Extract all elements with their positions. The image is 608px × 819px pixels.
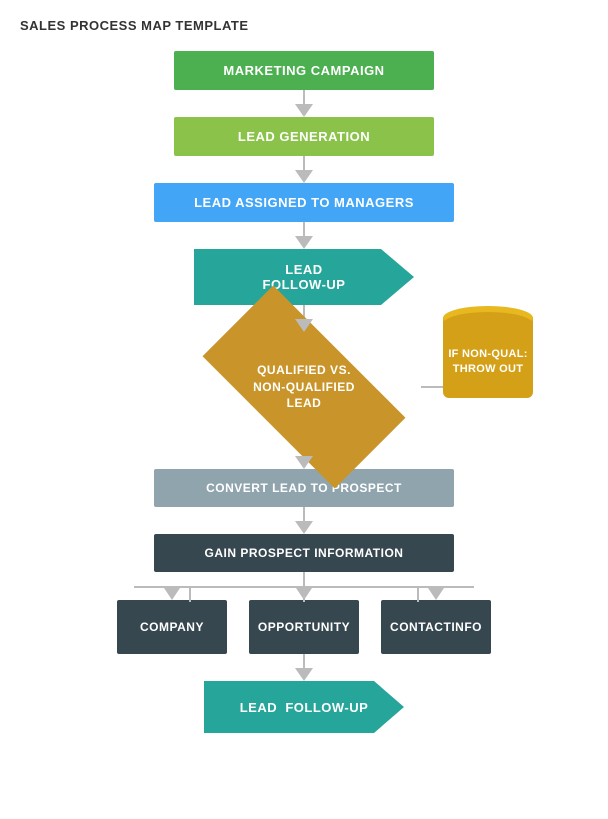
lead-followup-2-box: LEAD FOLLOW-UP	[204, 681, 404, 733]
arrow-line	[303, 222, 305, 236]
arrow-down	[295, 456, 313, 469]
arrow-down	[295, 104, 313, 117]
non-qual-cylinder-container: IF NON-QUAL: THROW OUT	[443, 318, 533, 398]
contact-info-box: CONTACT INFO	[381, 600, 491, 654]
branch-connector: COMPANY OPPORTUNITY CONTACT INFO	[20, 572, 588, 681]
arrow-down	[295, 236, 313, 249]
qualified-lead-diamond: QUALIFIED VS. NON-QUALIFIED LEAD	[194, 332, 414, 442]
arrow-line	[303, 90, 305, 104]
lead-followup-1-box: LEAD FOLLOW-UP	[194, 249, 414, 305]
flowchart: MARKETING CAMPAIGN LEAD GENERATION LEAD …	[20, 51, 588, 733]
convert-lead-box: CONVERT LEAD TO PROSPECT	[154, 469, 454, 507]
contact-info-branch: CONTACT INFO	[381, 588, 491, 654]
marketing-campaign-box: MARKETING CAMPAIGN	[174, 51, 434, 90]
lead-generation-box: LEAD GENERATION	[174, 117, 434, 156]
company-branch: COMPANY	[117, 588, 227, 654]
arrow-line	[303, 156, 305, 170]
connector-6	[295, 507, 313, 534]
connector-1	[295, 90, 313, 117]
arrow-line	[303, 507, 305, 521]
connector-2	[295, 156, 313, 183]
lead-assigned-box: LEAD ASSIGNED TO MANAGERS	[154, 183, 454, 222]
connector-3	[295, 222, 313, 249]
arrow-down	[295, 170, 313, 183]
diamond-row: QUALIFIED VS. NON-QUALIFIED LEAD IF NON-…	[20, 332, 588, 442]
non-qual-cylinder: IF NON-QUAL: THROW OUT	[443, 318, 533, 398]
page-title: SALES PROCESS MAP TEMPLATE	[20, 18, 588, 33]
gain-prospect-box: GAIN PROSPECT INFORMATION	[154, 534, 454, 572]
company-box: COMPANY	[117, 600, 227, 654]
opportunity-box: OPPORTUNITY	[249, 600, 359, 654]
arrow-down	[295, 521, 313, 534]
arrow-down	[295, 319, 313, 332]
